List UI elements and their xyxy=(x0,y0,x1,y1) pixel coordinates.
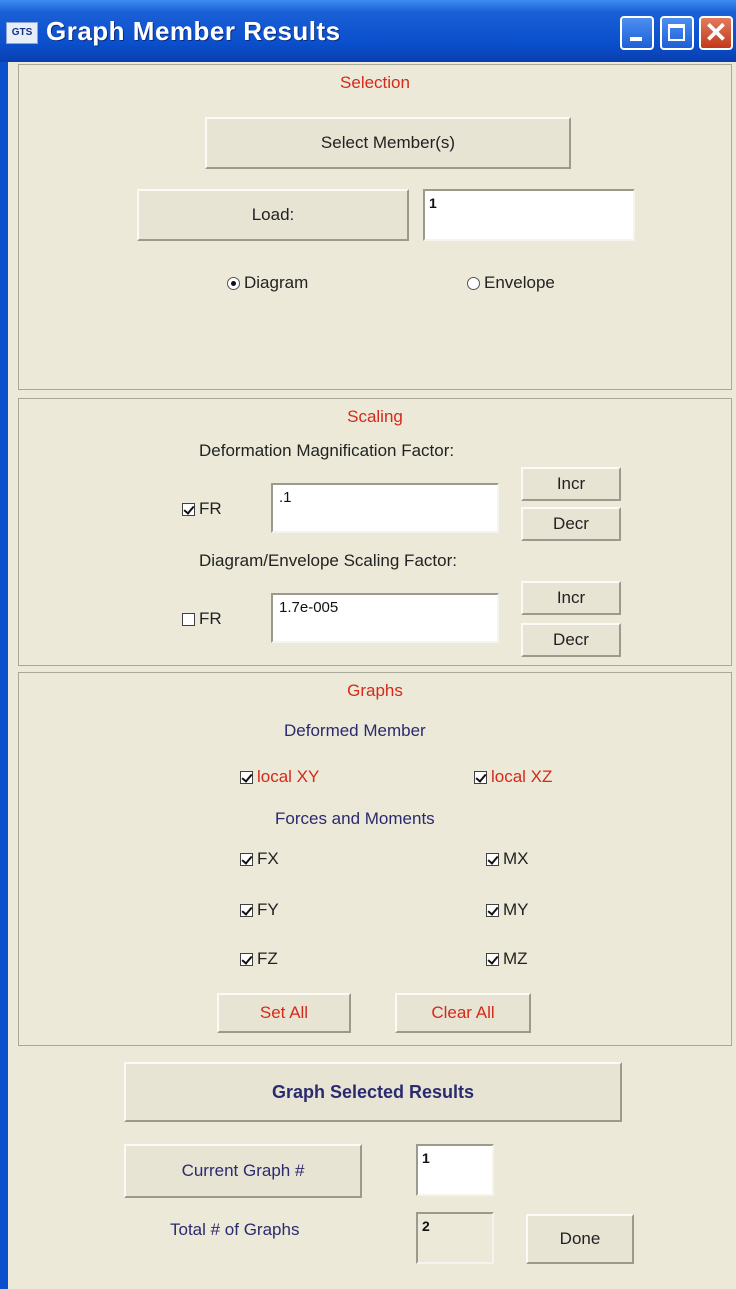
mz-label: MZ xyxy=(503,949,528,968)
scaling-title: Scaling xyxy=(347,407,403,426)
fy-checkbox[interactable] xyxy=(240,904,253,917)
diagram-factor-label: Diagram/Envelope Scaling Factor: xyxy=(199,551,457,570)
deformation-fr-label: FR xyxy=(199,499,222,518)
diagram-factor-input[interactable]: 1.7e-005 xyxy=(271,593,499,643)
my-checkbox[interactable] xyxy=(486,904,499,917)
deformation-decr-button[interactable]: Decr xyxy=(521,507,621,541)
select-members-button[interactable]: Select Member(s) xyxy=(205,117,571,169)
graphs-title: Graphs xyxy=(347,681,403,700)
close-icon: ✕ xyxy=(704,17,728,48)
fx-label: FX xyxy=(257,849,279,868)
envelope-radio-label: Envelope xyxy=(484,273,555,292)
local-xy-checkbox[interactable] xyxy=(240,771,253,784)
graph-selected-results-button[interactable]: Graph Selected Results xyxy=(124,1062,622,1122)
diagram-incr-button[interactable]: Incr xyxy=(521,581,621,615)
mx-label: MX xyxy=(503,849,529,868)
scaling-panel: Scaling Deformation Magnification Factor… xyxy=(18,398,732,666)
total-graphs-field: 2 xyxy=(416,1212,494,1264)
graphs-panel: Graphs Deformed Member local XY local XZ… xyxy=(18,672,732,1046)
mz-checkbox[interactable] xyxy=(486,953,499,966)
local-xz-label: local XZ xyxy=(491,767,553,786)
clear-all-button[interactable]: Clear All xyxy=(395,993,531,1033)
diagram-radio[interactable] xyxy=(227,277,240,290)
done-button[interactable]: Done xyxy=(526,1214,634,1264)
envelope-radio[interactable] xyxy=(467,277,480,290)
deformed-member-heading: Deformed Member xyxy=(284,721,426,740)
deformation-fr-checkbox[interactable] xyxy=(182,503,195,516)
deformation-incr-button[interactable]: Incr xyxy=(521,467,621,501)
local-xz-checkbox[interactable] xyxy=(474,771,487,784)
minimize-button[interactable] xyxy=(620,16,654,50)
maximize-icon xyxy=(668,24,685,41)
minimize-icon xyxy=(630,37,642,41)
maximize-button[interactable] xyxy=(660,16,694,50)
diagram-fr-checkbox[interactable] xyxy=(182,613,195,626)
fy-label: FY xyxy=(257,900,279,919)
fz-label: FZ xyxy=(257,949,278,968)
local-xy-label: local XY xyxy=(257,767,320,786)
fz-checkbox[interactable] xyxy=(240,953,253,966)
window-left-border xyxy=(0,62,8,1289)
diagram-fr-label: FR xyxy=(199,609,222,628)
deformation-factor-input[interactable]: .1 xyxy=(271,483,499,533)
current-graph-button[interactable]: Current Graph # xyxy=(124,1144,362,1198)
selection-title: Selection xyxy=(340,73,410,92)
diagram-decr-button[interactable]: Decr xyxy=(521,623,621,657)
set-all-button[interactable]: Set All xyxy=(217,993,351,1033)
load-button[interactable]: Load: xyxy=(137,189,409,241)
title-bar[interactable]: GTS Graph Member Results ✕ xyxy=(0,0,736,62)
window-title: Graph Member Results xyxy=(46,16,341,46)
mx-checkbox[interactable] xyxy=(486,853,499,866)
app-icon: GTS xyxy=(6,22,38,44)
my-label: MY xyxy=(503,900,529,919)
current-graph-input[interactable]: 1 xyxy=(416,1144,494,1196)
forces-moments-heading: Forces and Moments xyxy=(275,809,435,828)
fx-checkbox[interactable] xyxy=(240,853,253,866)
diagram-radio-label: Diagram xyxy=(244,273,309,292)
close-button[interactable]: ✕ xyxy=(699,16,733,50)
load-input[interactable]: 1 xyxy=(423,189,635,241)
graph-member-results-window: GTS Graph Member Results ✕ Selection Sel… xyxy=(0,0,736,1289)
selection-panel: Selection Select Member(s) Load: 1 Diagr… xyxy=(18,64,732,390)
total-graphs-label: Total # of Graphs xyxy=(170,1220,300,1239)
deformation-factor-label: Deformation Magnification Factor: xyxy=(199,441,455,460)
